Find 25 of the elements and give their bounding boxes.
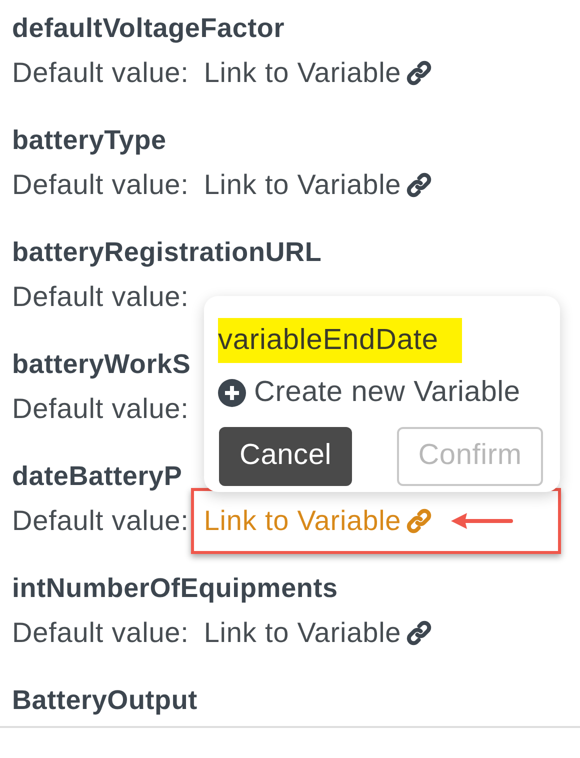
- default-value-label: Default value:: [12, 392, 189, 426]
- link-icon: [405, 507, 434, 535]
- link-icon: [405, 171, 434, 199]
- default-value-label: Default value:: [12, 504, 189, 538]
- field-name: BatteryOutput: [12, 684, 198, 717]
- link-to-variable[interactable]: Link to Variable: [204, 164, 434, 206]
- link-icon: [405, 59, 434, 87]
- field-name: defaultVoltageFactor: [12, 12, 285, 45]
- field-name: batteryType: [12, 124, 166, 157]
- link-to-variable[interactable]: Link to Variable: [204, 612, 434, 654]
- plus-circle-icon: [218, 378, 246, 407]
- default-value-label: Default value:: [12, 168, 189, 202]
- arrow-icon: [451, 511, 516, 531]
- variable-search-field[interactable]: variableEndDate: [218, 318, 462, 363]
- link-icon: [405, 619, 434, 647]
- field-name: batteryWorkS: [12, 348, 191, 381]
- default-value-label: Default value:: [12, 280, 189, 314]
- field-name: intNumberOfEquipments: [12, 572, 338, 605]
- field-name: batteryRegistrationURL: [12, 236, 322, 269]
- link-to-variable[interactable]: Link to Variable: [204, 52, 434, 94]
- default-value-label: Default value:: [12, 56, 189, 90]
- create-variable-option[interactable]: Create new Variable: [218, 371, 520, 414]
- field-name: dateBatteryP: [12, 460, 182, 493]
- cancel-button[interactable]: Cancel: [219, 426, 352, 486]
- default-value-label: Default value:: [12, 616, 189, 650]
